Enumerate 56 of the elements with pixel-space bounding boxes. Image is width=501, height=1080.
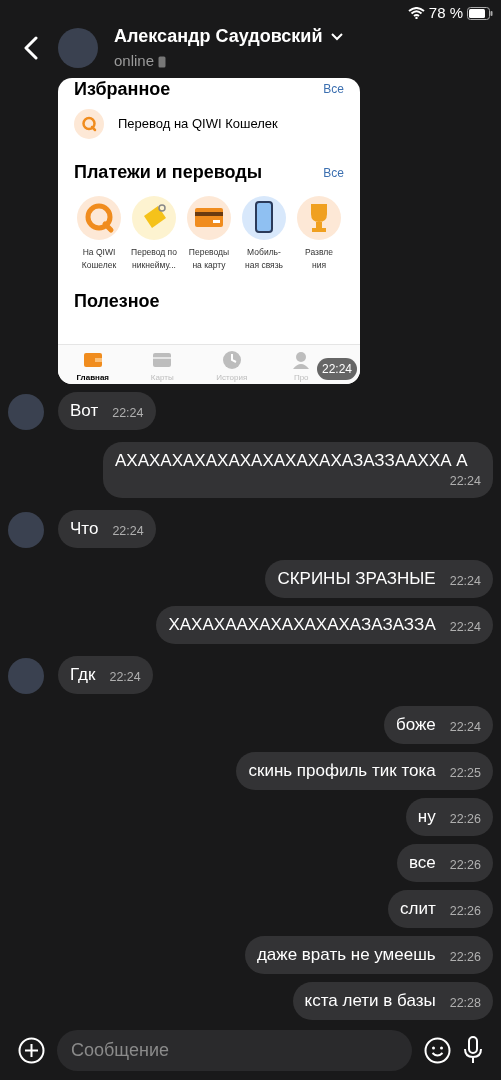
trophy-icon [297, 196, 341, 240]
section-title: Избранное [74, 78, 171, 100]
smartphone-icon [242, 196, 286, 240]
credit-card-icon [187, 196, 231, 240]
chevron-down-icon[interactable] [330, 32, 343, 41]
tile-label[interactable]: Развле ния [305, 246, 333, 272]
message-text: кста лети в базы [304, 990, 436, 1012]
clock-icon [220, 349, 243, 371]
message-text: ну [417, 806, 436, 828]
add-icon[interactable] [18, 1036, 45, 1064]
message-time: 22:24 [448, 719, 481, 736]
message-time: 22:24 [448, 619, 481, 636]
message-text: СКРИНЫ ЗРАЗНЫЕ [277, 568, 436, 590]
tile-label[interactable]: Перевод по никнейму... [131, 246, 177, 272]
message-text: ХАХАХААХАХАХАХАХАЗАЗАЗЗА [168, 614, 436, 636]
wifi-icon [407, 7, 425, 19]
battery-percentage: 78 % [428, 2, 463, 23]
section-title: Полезное [74, 290, 161, 313]
phone-icon [158, 55, 167, 68]
tab-label[interactable]: Главная [76, 372, 109, 384]
message-text: боже [395, 714, 436, 736]
section-title: Платежи и переводы [74, 161, 263, 184]
tile-label[interactable]: Переводы на карту [188, 246, 230, 272]
message-text: все [408, 852, 436, 874]
message-time: 22:26 [448, 857, 481, 874]
see-all-link[interactable]: Все [323, 80, 344, 98]
back-icon[interactable] [24, 36, 38, 60]
message-text: АХАХАХАХАХАХАХАХАХАХАЗАЗЗААХХА А [115, 450, 468, 472]
message-text: Гдк [70, 664, 96, 686]
message-time: 22:26 [448, 949, 481, 966]
battery-icon [467, 6, 493, 20]
message-time: 22:26 [448, 811, 481, 828]
contact-name: Александр Саудовский [114, 25, 323, 49]
favorite-item-label: Перевод на QIWI Кошелек [118, 115, 278, 134]
microphone-icon[interactable] [463, 1036, 483, 1064]
message-time: 22:24 [108, 669, 141, 686]
message-text: слит [400, 898, 436, 920]
message-text: даже врать не умеешь [256, 944, 436, 966]
message-time: 22:24 [111, 523, 144, 540]
tile-label[interactable]: Мобиль- ная связь [245, 246, 283, 272]
online-status: online [114, 51, 155, 72]
message-time: 22:28 [448, 995, 481, 1012]
message-time: 22:24 [448, 473, 481, 490]
price-tag-icon [132, 196, 176, 240]
emoji-icon[interactable] [424, 1036, 451, 1064]
message-time: 22:24 [111, 405, 144, 422]
message-time: 22:26 [448, 903, 481, 920]
message-field[interactable]: Сообщение [57, 1029, 412, 1071]
qiwi-logo-icon [77, 196, 121, 240]
message-time: 22:25 [448, 765, 481, 782]
message-time: 22:24 [448, 573, 481, 590]
see-all-link[interactable]: Все [323, 163, 344, 182]
message-text: Вот [70, 400, 99, 422]
message-text: скинь профиль тик тока [248, 760, 436, 782]
tile-label[interactable]: На QIWI Кошелек [81, 246, 117, 272]
message-text: Что [70, 518, 99, 540]
